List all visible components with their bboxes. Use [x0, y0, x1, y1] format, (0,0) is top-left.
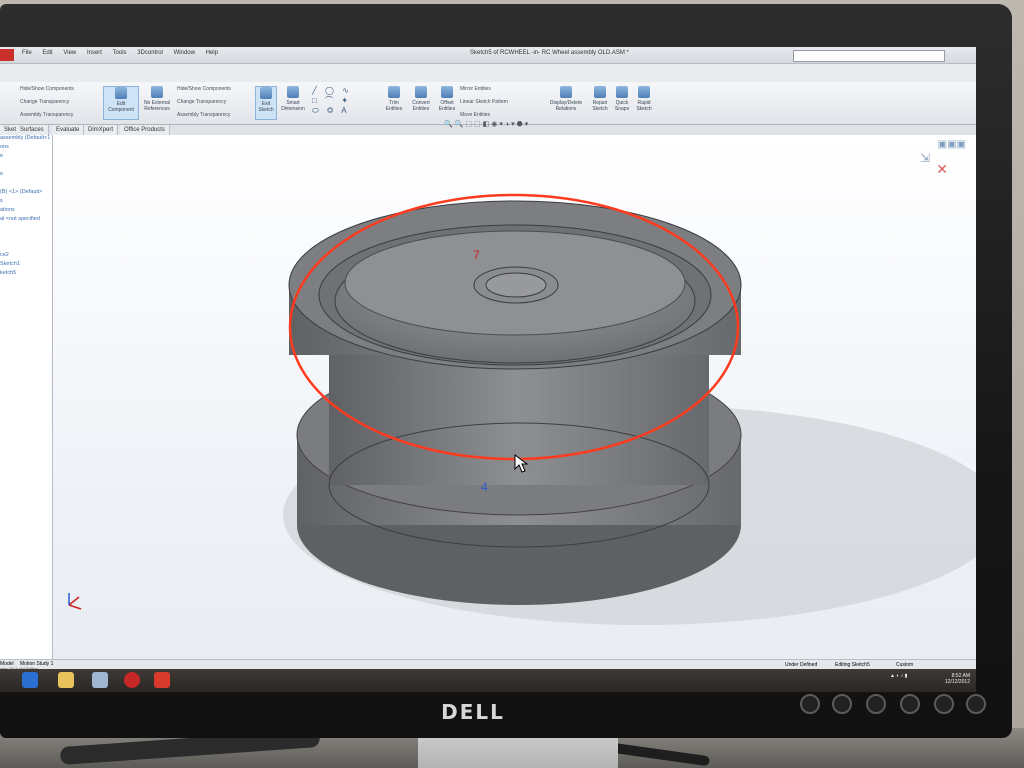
trim-icon: [388, 86, 400, 98]
editing-status: Editing Sketch5: [835, 662, 870, 668]
title-bar: File Edit View Insert Tools 3Dcontrol Wi…: [0, 47, 976, 64]
edit-component-button[interactable]: Edit Component: [103, 86, 139, 120]
monitor-button[interactable]: [866, 694, 886, 714]
linear-sketch-pattern-button[interactable]: Linear Sketch Pattern: [460, 99, 508, 105]
menu-bar: File Edit View Insert Tools 3Dcontrol Wi…: [22, 50, 227, 56]
windows-taskbar: ▲ ◐ ♪ ▮ 8:52 AM 12/12/2012: [0, 669, 976, 692]
smart-dimension-icon: [287, 86, 299, 98]
tray-icons[interactable]: ▲ ◐ ♪ ▮: [890, 673, 907, 679]
tree-item[interactable]: al <not specified: [0, 216, 52, 225]
ribbon-hide-show[interactable]: Hide/Show Components: [20, 86, 74, 92]
rapid-sketch-icon: [638, 86, 650, 98]
solidworks-logo[interactable]: [0, 49, 14, 61]
trim-entities-button[interactable]: Trim Entities: [382, 86, 406, 112]
menu-edit[interactable]: Edit: [42, 50, 52, 56]
units-status[interactable]: Custom: [896, 662, 913, 668]
offset-entities-button[interactable]: Offset Entities: [436, 86, 458, 112]
media-icon[interactable]: [124, 672, 140, 688]
graphics-viewport[interactable]: 7 4 ▣▣▣ ✕ ⇲: [53, 135, 976, 659]
tree-item[interactable]: ketch5: [0, 270, 52, 279]
solidworks-taskbar-icon[interactable]: [154, 672, 170, 688]
notepad-icon[interactable]: [92, 672, 108, 688]
relations-icon: [560, 86, 572, 98]
menu-tools[interactable]: Tools: [113, 50, 127, 56]
monitor-brand-logo: DELL: [441, 700, 505, 724]
clock-date: 12/12/2012: [944, 679, 970, 685]
red-sketch-marker: 7: [473, 248, 480, 262]
menu-view[interactable]: View: [63, 50, 76, 56]
file-explorer-icon[interactable]: [58, 672, 74, 688]
confirm-corner-icon[interactable]: ⇲: [920, 151, 930, 165]
wheel-model: 7 4: [68, 193, 976, 625]
tree-item[interactable]: [0, 225, 52, 234]
sketch-status: Under Defined: [785, 662, 818, 668]
ribbon-assembly-transparency[interactable]: Assembly Transparency: [20, 112, 73, 118]
menu-help[interactable]: Help: [206, 50, 218, 56]
tree-item[interactable]: (B) <1> (Default>: [0, 189, 52, 198]
blue-sketch-marker: 4: [481, 480, 488, 494]
exit-sketch-button[interactable]: Exit Sketch: [255, 86, 277, 120]
display-delete-relations-button[interactable]: Display/Delete Relations: [544, 86, 588, 112]
tree-item[interactable]: e: [0, 153, 52, 162]
monitor-button[interactable]: [800, 694, 820, 714]
tree-item[interactable]: s: [0, 198, 52, 207]
assembly-transparency[interactable]: Assembly Transparency: [177, 112, 230, 118]
offset-icon: [441, 86, 453, 98]
tree-item[interactable]: e: [0, 171, 52, 180]
internet-explorer-icon[interactable]: [22, 672, 38, 688]
monitor-button[interactable]: [934, 694, 954, 714]
menu-insert[interactable]: Insert: [87, 50, 102, 56]
smart-dimension-button[interactable]: Smart Dimension: [278, 86, 308, 112]
sketch-tools-icons[interactable]: ╱ ◯ ∿ □ ⌒ ✦ ⬭ ◎ A: [312, 86, 376, 116]
command-manager-ribbon: Hide/Show Components Change Transparency…: [0, 82, 976, 125]
monitor-bezel: File Edit View Insert Tools 3Dcontrol Wi…: [0, 4, 1012, 738]
tree-item[interactable]: [0, 243, 52, 252]
convert-icon: [415, 86, 427, 98]
triad-icon: [68, 596, 82, 610]
snaps-icon: [616, 86, 628, 98]
heads-up-view-toolbar[interactable]: 🔍🔍⬚⬚◧◉▾◑▾⬣▾: [444, 120, 530, 128]
tree-item[interactable]: [0, 234, 52, 243]
convert-entities-button[interactable]: Convert Entities: [408, 86, 434, 112]
exit-sketch-icon: [260, 87, 272, 99]
tab-surfaces[interactable]: Surfaces: [16, 125, 49, 135]
menu-file[interactable]: File: [22, 50, 32, 56]
screen: File Edit View Insert Tools 3Dcontrol Wi…: [0, 47, 976, 692]
power-button[interactable]: [966, 694, 986, 714]
monitor-button[interactable]: [900, 694, 920, 714]
quick-snaps-button[interactable]: Quick Snaps: [612, 86, 632, 112]
repair-sketch-button[interactable]: Repair Sketch: [590, 86, 610, 112]
menu-window[interactable]: Window: [174, 50, 195, 56]
quick-access-toolbar: [0, 64, 976, 82]
change-transparency[interactable]: Change Transparency: [177, 99, 226, 105]
move-entities-button[interactable]: Move Entities: [460, 112, 490, 118]
edit-component-icon: [115, 87, 127, 99]
search-input[interactable]: [793, 50, 945, 62]
rapid-sketch-button[interactable]: Rapid Sketch: [634, 86, 654, 112]
hide-show-components[interactable]: Hide/Show Components: [177, 86, 231, 92]
repair-icon: [594, 86, 606, 98]
clock[interactable]: 8:52 AM 12/12/2012: [930, 673, 970, 685]
tree-item[interactable]: Sketch1: [0, 261, 52, 270]
hub-bore: [485, 272, 547, 298]
tree-item[interactable]: ce2: [0, 252, 52, 261]
tab-office-products[interactable]: Office Products: [120, 125, 170, 135]
tree-item[interactable]: assembly (Default<1: [0, 135, 52, 144]
no-external-references-icon: [151, 86, 163, 98]
monitor-button[interactable]: [832, 694, 852, 714]
cancel-icon[interactable]: ✕: [936, 161, 948, 178]
tree-item[interactable]: [0, 180, 52, 189]
tree-item[interactable]: ations: [0, 207, 52, 216]
mirror-entities-button[interactable]: Mirror Entities: [460, 86, 491, 92]
tree-item[interactable]: ons: [0, 144, 52, 153]
no-external-references-button[interactable]: No External References: [140, 86, 174, 112]
tab-dimxpert[interactable]: DimXpert: [84, 125, 119, 135]
tab-evaluate[interactable]: Evaluate: [52, 125, 85, 135]
document-title: Sketch5 of RCWHEEL -in- RC Wheel assembl…: [470, 50, 629, 56]
feature-manager-tree: assembly (Default<1 ons e e (B) <1> (Def…: [0, 135, 53, 659]
menu-3dcontrol[interactable]: 3Dcontrol: [137, 50, 163, 56]
ribbon-change-transparency[interactable]: Change Transparency: [20, 99, 69, 105]
task-pane-icons[interactable]: ▣▣▣: [938, 139, 966, 150]
tree-item[interactable]: [0, 162, 52, 171]
